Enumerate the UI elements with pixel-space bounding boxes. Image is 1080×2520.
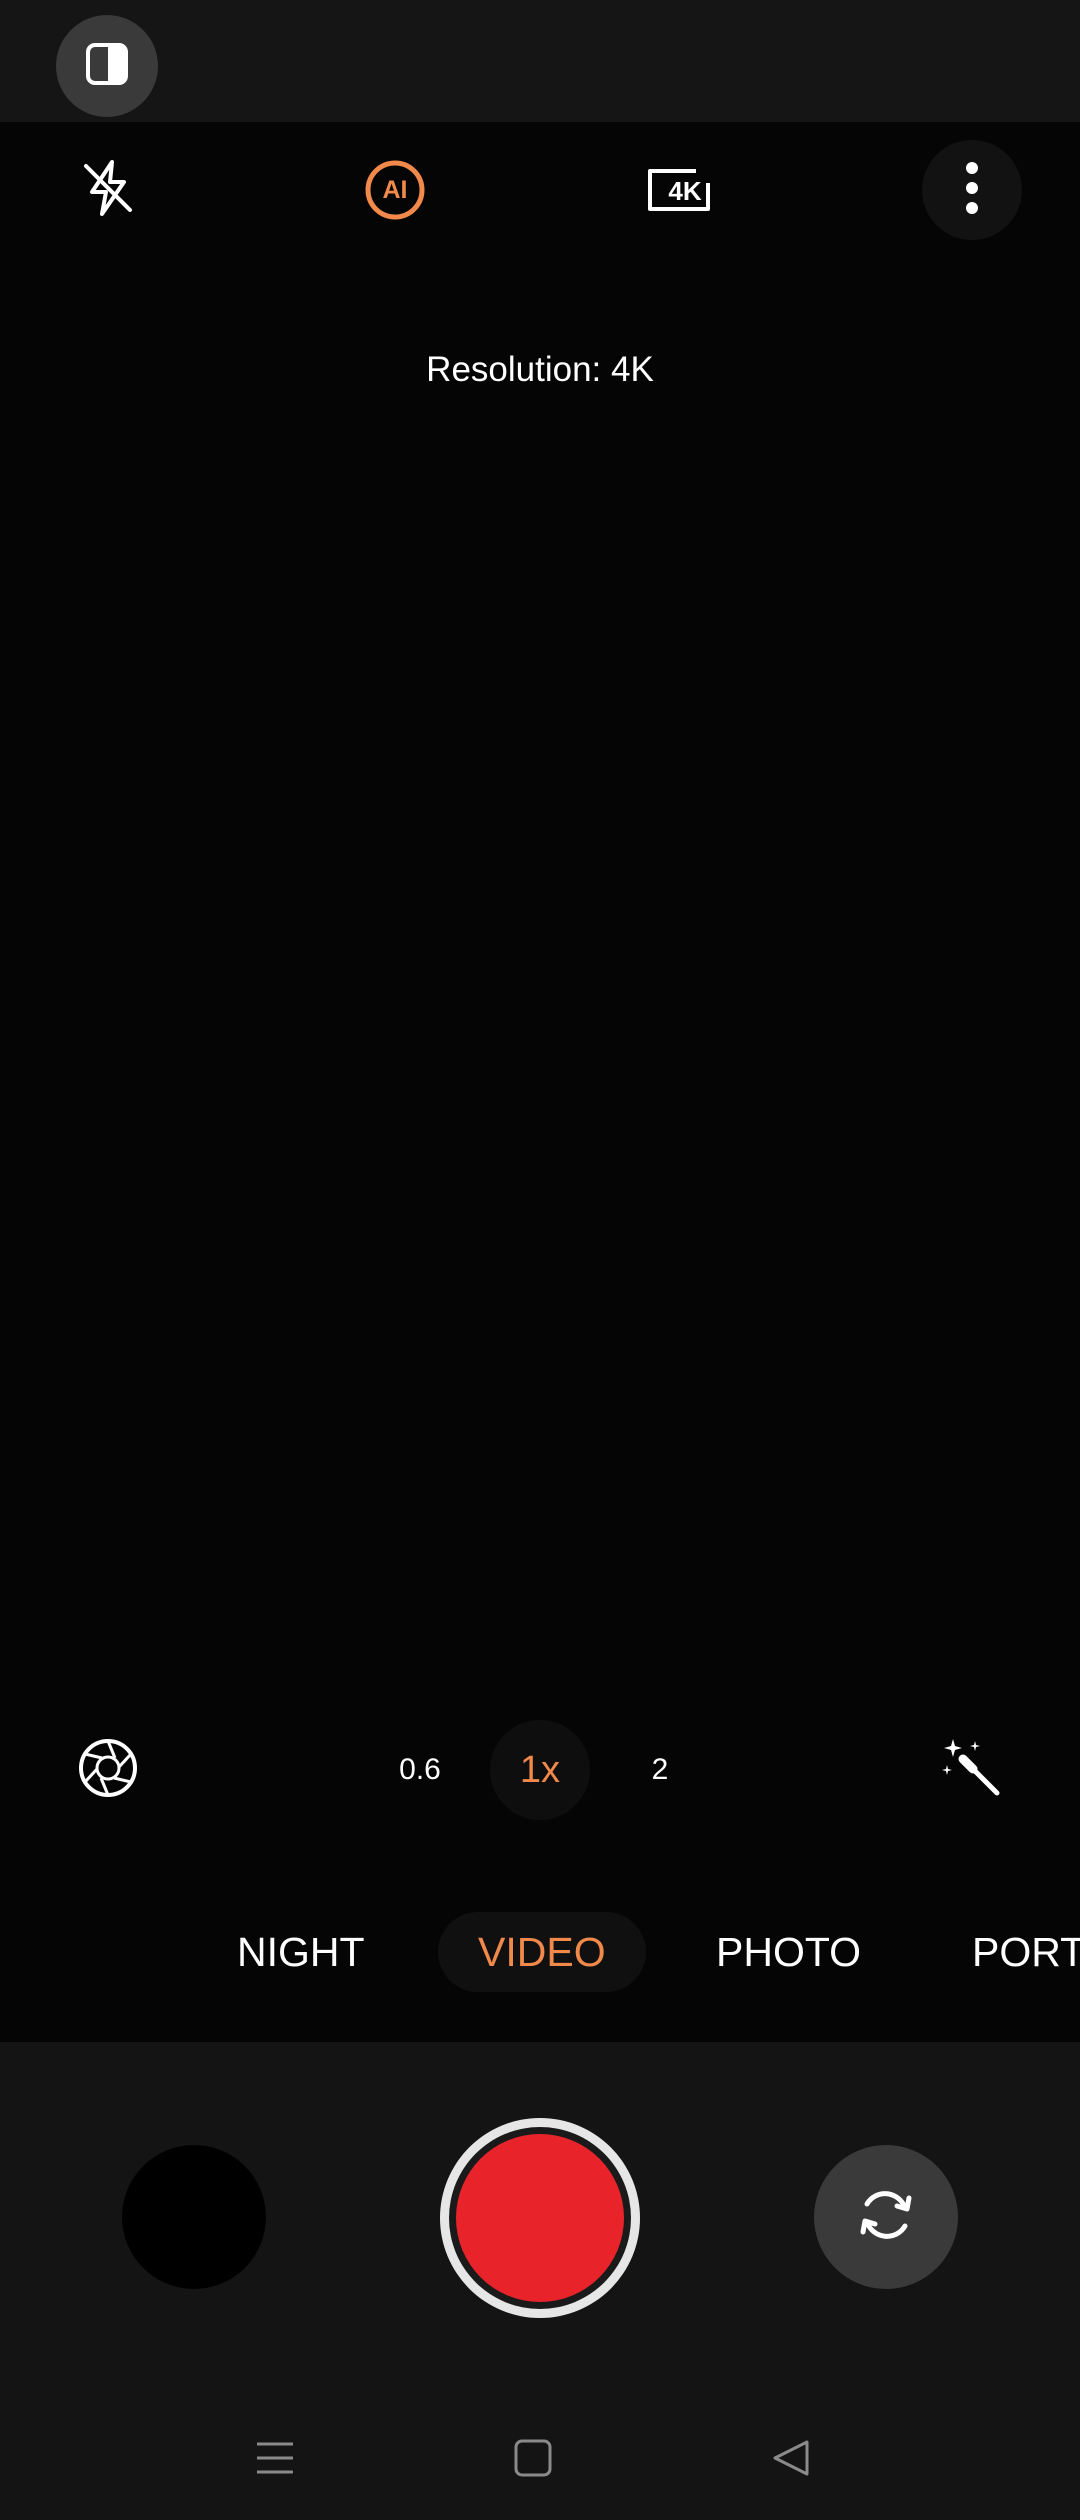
aperture-button[interactable] xyxy=(58,1720,158,1820)
switch-camera-icon xyxy=(853,2182,919,2253)
back-icon xyxy=(771,2438,811,2483)
ai-scene-toggle[interactable]: AI xyxy=(345,140,445,240)
resolution-toggle[interactable]: 4K xyxy=(630,140,730,240)
resolution-label: Resolution: 4K xyxy=(426,350,654,389)
aperture-icon xyxy=(77,1737,139,1804)
ai-label: AI xyxy=(382,175,408,204)
zoom-option-0-6[interactable]: 0.6 xyxy=(370,1720,470,1820)
res-label: 4K xyxy=(668,175,702,206)
more-options-icon xyxy=(962,160,982,221)
record-button-ring xyxy=(449,2127,631,2309)
flash-off-icon xyxy=(76,156,140,225)
4k-resolution-icon: 4K xyxy=(646,165,714,215)
record-button-core xyxy=(456,2134,624,2302)
beauty-effects-button[interactable] xyxy=(922,1720,1022,1820)
zoom-option-1x[interactable]: 1x xyxy=(490,1720,590,1820)
magic-wand-icon xyxy=(939,1735,1005,1806)
flash-toggle[interactable] xyxy=(58,140,158,240)
gallery-thumbnail[interactable] xyxy=(122,2145,266,2289)
more-options-button[interactable] xyxy=(922,140,1022,240)
mode-selector: NIGHT VIDEO PHOTO PORT xyxy=(0,1912,1080,1992)
split-screen-button[interactable] xyxy=(56,15,158,117)
camera-screen: AI 4K Resolution: 4K 0.6 1x 2 NIGHT VIDE… xyxy=(0,0,1080,2520)
home-button[interactable] xyxy=(488,2420,578,2500)
top-strip xyxy=(0,0,1080,122)
menu-icon xyxy=(255,2438,295,2483)
mode-portrait[interactable]: PORT xyxy=(972,1912,1080,1992)
zoom-option-2[interactable]: 2 xyxy=(610,1720,710,1820)
split-screen-icon xyxy=(83,40,131,93)
mode-night[interactable]: NIGHT xyxy=(237,1912,365,1992)
recent-apps-button[interactable] xyxy=(230,2420,320,2500)
system-navigation-bar xyxy=(0,2400,1080,2520)
mode-photo[interactable]: PHOTO xyxy=(716,1912,861,1992)
switch-camera-button[interactable] xyxy=(814,2145,958,2289)
home-icon xyxy=(513,2438,553,2483)
ai-scene-icon: AI xyxy=(363,158,427,222)
back-button[interactable] xyxy=(746,2420,836,2500)
zoom-selector: 0.6 1x 2 xyxy=(370,1720,710,1820)
record-button[interactable] xyxy=(440,2118,640,2318)
mode-video[interactable]: VIDEO xyxy=(438,1912,646,1992)
